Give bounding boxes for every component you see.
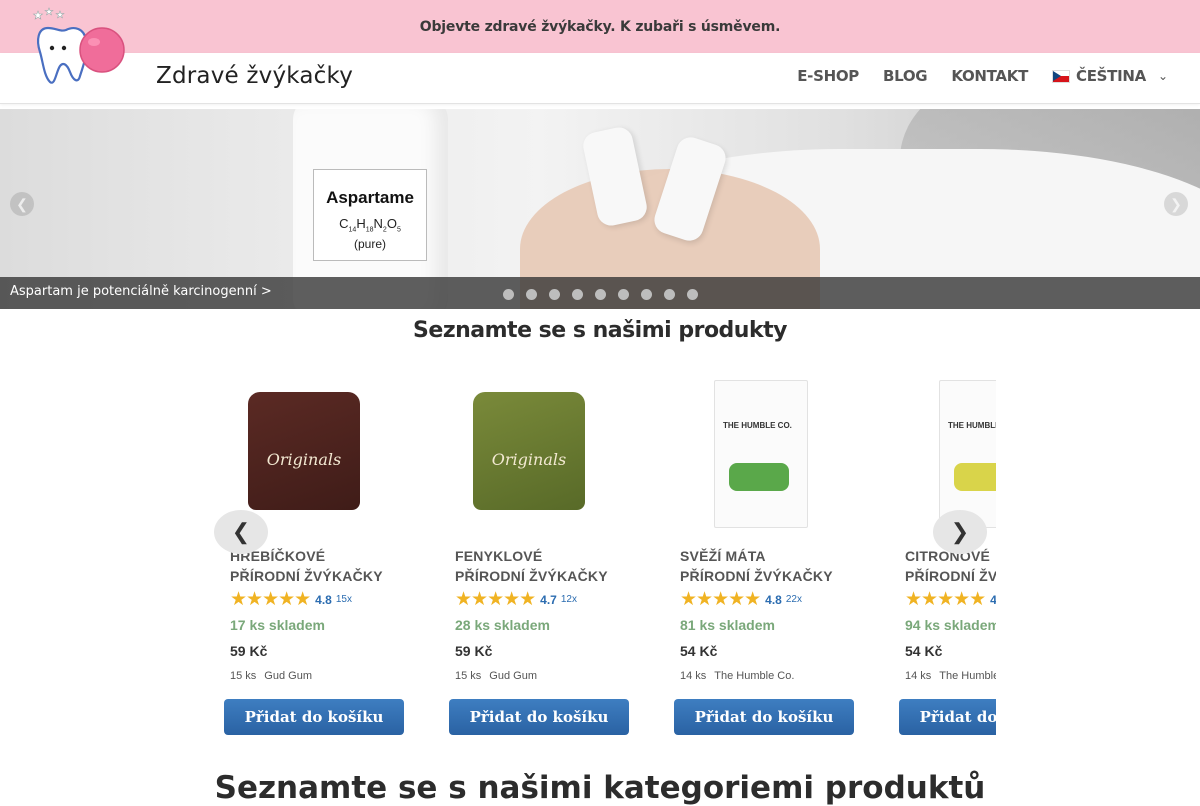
product-pieces: 15 ks [230,670,257,682]
product-meta: 14 ks The Humble Co. [680,670,794,682]
stock-status: 28 ks skladem [455,617,550,633]
product-price: 54 Kč [905,643,943,659]
add-to-cart-button[interactable]: Přidat do košíku [449,699,629,735]
rating-stars-icon: ★★★★★ [230,589,311,610]
rating-score: 4 [990,592,996,607]
slider-caption-bar: Aspartam je potenciálně karcinogenní > [0,277,1200,309]
slider-dot[interactable] [549,289,560,300]
nav-blog[interactable]: BLOG [883,67,928,85]
slider-dot[interactable] [618,289,629,300]
product-brand: The Humble Co. [714,670,795,682]
product-brand: Gud Gum [264,670,312,682]
slider-dot[interactable] [664,289,675,300]
nav-eshop[interactable]: E-SHOP [797,67,859,85]
slider-dot[interactable] [503,289,514,300]
product-meta: 14 ks The Humble Co. [905,670,996,682]
slider-prev-icon[interactable]: ❮ [10,192,34,216]
product-image[interactable]: THE HUMBLE CO. [690,380,820,530]
stock-status: 94 ks skladem [905,617,996,633]
main-nav: E-SHOP BLOG KONTAKT ČEŠTINA ⌄ [797,67,1168,85]
add-to-cart-button[interactable]: Přidat do košíku [674,699,854,735]
gum-bubble-icon [79,27,125,73]
chevron-down-icon[interactable]: ⌄ [1158,69,1168,83]
rating-count[interactable]: 12x [561,594,577,605]
site-title[interactable]: Zdravé žvýkačky [156,63,353,89]
products-section-title: Seznamte se s našimi produkty [413,318,787,343]
product-price: 54 Kč [680,643,718,659]
bottle-label-note: (pure) [353,236,386,251]
product-name[interactable]: HŘEBÍČKOVÉ PŘÍRODNÍ ŽVÝKAČKY [230,546,420,586]
bottle-label-name: Aspartame [326,188,414,207]
slider-next-icon[interactable]: ❯ [1164,192,1188,216]
language-selector[interactable]: ČEŠTINA ⌄ [1052,67,1168,85]
product-meta: 15 ks Gud Gum [455,670,537,682]
slider-dot[interactable] [687,289,698,300]
site-logo[interactable] [30,6,130,88]
stock-status: 81 ks skladem [680,617,775,633]
rating-count[interactable]: 22x [786,594,802,605]
product-brand: The Humble Co. [939,670,996,682]
announcement-text: Objevte zdravé žvýkačky. K zubaři s úsmě… [419,18,781,35]
nav-kontakt[interactable]: KONTAKT [951,67,1028,85]
slider-caption-link[interactable]: Aspartam je potenciálně karcinogenní > [10,284,272,299]
slider-dots [503,289,698,300]
product-image[interactable]: Originals [240,380,370,530]
rating-score: 4.8 [765,592,782,607]
product-pieces: 14 ks [905,670,932,682]
czech-flag-icon [1052,69,1070,83]
tooth-eye-right [61,45,67,51]
product-pieces: 14 ks [680,670,707,682]
product-name[interactable]: FENYKLOVÉ PŘÍRODNÍ ŽVÝKAČKY [455,546,645,586]
product-image[interactable]: Originals [465,380,595,530]
add-to-cart-button[interactable]: Přidat do košíku [899,699,996,735]
tooth-eye-left [49,45,55,51]
product-image[interactable]: THE HUMBLE CO. [915,380,996,530]
rating-stars-icon: ★★★★★ [455,589,536,610]
slider-dot[interactable] [595,289,606,300]
announcement-bar: Objevte zdravé žvýkačky. K zubaři s úsmě… [0,0,1200,53]
product-brand: Gud Gum [489,670,537,682]
language-label[interactable]: ČEŠTINA [1076,67,1146,85]
product-price: 59 Kč [230,643,268,659]
rating-score: 4.7 [540,592,557,607]
site-header: Zdravé žvýkačky E-SHOP BLOG KONTAKT ČEŠT… [0,53,1200,104]
slider-dot[interactable] [641,289,652,300]
product-rating: ★★★★★ 4.7 12x [455,588,577,611]
tooth-icon [37,26,88,84]
product-name[interactable]: SVĚŽÍ MÁTA PŘÍRODNÍ ŽVÝKAČKY [680,546,870,586]
product-rating: ★★★★★ 4 [905,588,996,611]
product-rating: ★★★★★ 4.8 15x [230,588,352,611]
slider-dot[interactable] [526,289,537,300]
stock-status: 17 ks skladem [230,617,325,633]
product-card[interactable]: THE HUMBLE CO. CITRONOVÉPŘÍRODNÍ ŽVÝKAČK… [895,370,996,750]
rating-stars-icon: ★★★★★ [905,589,986,610]
hero-slider[interactable]: Aspartame C14H18N2O5 (pure) ❮ ❯ Aspartam… [0,109,1200,309]
product-price: 59 Kč [455,643,493,659]
categories-section-title: Seznamte se s našimi kategoriemi produkt… [214,770,986,806]
product-card[interactable]: Originals HŘEBÍČKOVÉ PŘÍRODNÍ ŽVÝKAČKY ★★… [220,370,420,750]
product-rating: ★★★★★ 4.8 22x [680,588,802,611]
product-meta: 15 ks Gud Gum [230,670,312,682]
rating-score: 4.8 [315,592,332,607]
rating-stars-icon: ★★★★★ [680,589,761,610]
product-card[interactable]: THE HUMBLE CO. SVĚŽÍ MÁTA PŘÍRODNÍ ŽVÝKAČ… [670,370,870,750]
stars-icon [32,7,65,20]
slider-dot[interactable] [572,289,583,300]
product-carousel: Originals HŘEBÍČKOVÉ PŘÍRODNÍ ŽVÝKAČKY ★★… [220,370,996,750]
bottle-label-formula: C14H18N2O5 [339,216,401,234]
rating-count[interactable]: 15x [336,594,352,605]
product-card[interactable]: Originals FENYKLOVÉ PŘÍRODNÍ ŽVÝKAČKY ★★★… [445,370,645,750]
product-pieces: 15 ks [455,670,482,682]
carousel-prev-button[interactable]: ❮ [214,510,268,554]
add-to-cart-button[interactable]: Přidat do košíku [224,699,404,735]
carousel-next-button[interactable]: ❯ [933,510,987,554]
